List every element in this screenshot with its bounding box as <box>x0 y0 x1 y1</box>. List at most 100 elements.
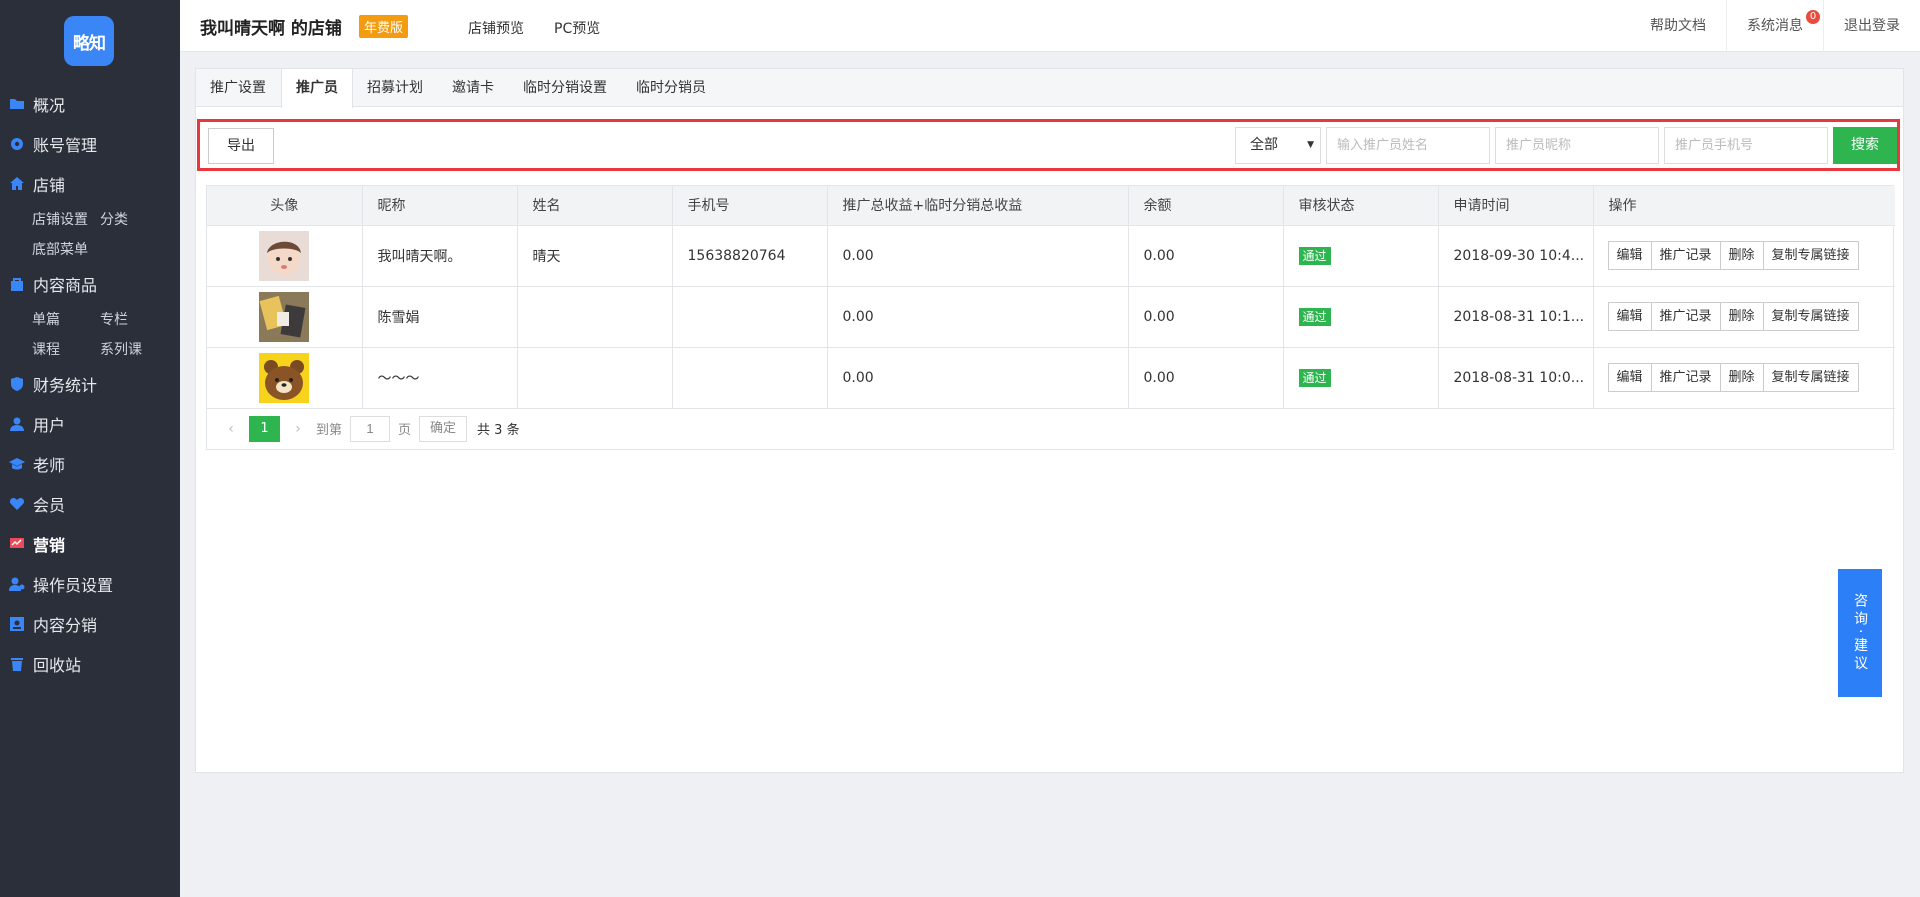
filter-bar: 导出 全部 ▼ 搜索 <box>197 119 1900 171</box>
sidebar-sub-series[interactable]: 系列课 <box>100 339 168 359</box>
copy-link-button[interactable]: 复制专属链接 <box>1762 302 1859 331</box>
col-actions: 操作 <box>1593 186 1895 226</box>
sidebar-item-label: 财务统计 <box>33 376 98 395</box>
search-button[interactable]: 搜索 <box>1833 127 1897 164</box>
sidebar-item-account[interactable]: 账号管理 <box>0 124 180 164</box>
income-cell: 0.00 <box>827 286 1129 348</box>
pc-preview-link[interactable]: PC预览 <box>554 18 600 38</box>
help-docs-link[interactable]: 帮助文档 <box>1630 0 1726 52</box>
table-row: ～～～ 0.00 0.00 通过 2018-08-31 10:0... 编辑 推… <box>207 347 1895 409</box>
promotion-record-button[interactable]: 推广记录 <box>1650 241 1721 270</box>
balance-cell: 0.00 <box>1128 225 1284 287</box>
sidebar-item-teacher[interactable]: 老师 <box>0 444 180 484</box>
sidebar-subrow: 店铺设置 分类 <box>0 204 180 234</box>
sidebar-item-users[interactable]: 用户 <box>0 404 180 444</box>
balance-cell: 0.00 <box>1128 286 1284 348</box>
col-name: 姓名 <box>517 186 673 226</box>
tab-promoters[interactable]: 推广员 <box>281 69 353 108</box>
col-status: 审核状态 <box>1283 186 1439 226</box>
edit-button[interactable]: 编辑 <box>1607 241 1652 270</box>
table-row: 陈雪娟 0.00 0.00 通过 2018-08-31 10:1... 编辑 推… <box>207 286 1895 348</box>
heart-icon <box>9 496 25 512</box>
promoter-name-input[interactable] <box>1326 127 1490 164</box>
sidebar-item-overview[interactable]: 概况 <box>0 84 180 124</box>
sidebar-item-distribution[interactable]: 内容分销 <box>0 604 180 644</box>
promotion-record-button[interactable]: 推广记录 <box>1650 363 1721 392</box>
sidebar-item-trash[interactable]: 回收站 <box>0 644 180 684</box>
sidebar-item-content[interactable]: 内容商品 <box>0 264 180 304</box>
actions-cell: 编辑 推广记录 删除 复制专属链接 <box>1593 347 1895 409</box>
folder-icon <box>9 96 25 112</box>
sidebar-item-member[interactable]: 会员 <box>0 484 180 524</box>
sidebar-item-label: 营销 <box>33 536 66 555</box>
status-select[interactable]: 全部 ▼ <box>1235 127 1321 164</box>
row-actions: 编辑 推广记录 删除 复制专属链接 <box>1607 241 1859 270</box>
actions-cell: 编辑 推广记录 删除 复制专属链接 <box>1593 286 1895 348</box>
sidebar-item-marketing[interactable]: 营销 <box>0 524 180 564</box>
sidebar-item-label: 账号管理 <box>33 136 98 155</box>
name-cell: 晴天 <box>517 225 673 287</box>
phone-cell: 15638820764 <box>672 225 828 287</box>
avatar <box>259 230 310 281</box>
sidebar-item-label: 操作员设置 <box>33 576 114 595</box>
prev-page-icon[interactable]: ‹ <box>221 421 241 437</box>
status-badge: 通过 <box>1298 369 1331 387</box>
next-page-icon[interactable]: › <box>288 421 308 437</box>
sidebar-item-store[interactable]: 店铺 <box>0 164 180 204</box>
current-page-button[interactable]: 1 <box>249 415 280 442</box>
goto-confirm-button[interactable]: 确定 <box>419 415 468 442</box>
logout-link[interactable]: 退出登录 <box>1823 0 1920 52</box>
app-logo[interactable]: 略知 <box>64 16 114 66</box>
sidebar-sub-bottom-menu[interactable]: 底部菜单 <box>32 239 100 259</box>
delete-button[interactable]: 删除 <box>1719 363 1764 392</box>
goto-page-input[interactable] <box>350 415 391 442</box>
sidebar-item-label: 回收站 <box>33 656 82 675</box>
sidebar-item-finance[interactable]: 财务统计 <box>0 364 180 404</box>
avatar-cell <box>207 225 363 287</box>
sidebar-item-label: 老师 <box>33 456 66 475</box>
promotion-record-button[interactable]: 推广记录 <box>1650 302 1721 331</box>
sidebar-item-label: 用户 <box>33 416 66 435</box>
sidebar: 略知 概况 账号管理 店铺 店铺设置 分类 底部菜单 内容商品 单篇 专栏 课程… <box>0 0 180 897</box>
table-row: 我叫晴天啊。 晴天 15638820764 0.00 0.00 通过 2018-… <box>207 225 1895 287</box>
shield-icon <box>9 376 25 392</box>
system-messages-link[interactable]: 系统消息 0 <box>1726 0 1823 52</box>
pagination: ‹ 1 › 到第 页 确定 共 3 条 <box>207 409 1893 449</box>
copy-link-button[interactable]: 复制专属链接 <box>1762 363 1859 392</box>
gear-icon <box>9 136 25 152</box>
total-count: 共 3 条 <box>477 423 520 438</box>
trash-icon <box>9 656 25 672</box>
sidebar-sub-single[interactable]: 单篇 <box>32 309 100 329</box>
nickname-cell: 我叫晴天啊。 <box>362 225 518 287</box>
consult-suggest-button[interactable]: 咨询·建议 <box>1838 569 1882 697</box>
store-preview-link[interactable]: 店铺预览 <box>468 18 524 38</box>
status-select-value: 全部 <box>1250 137 1278 153</box>
sidebar-sub-course[interactable]: 课程 <box>32 339 100 359</box>
nickname-cell: ～～～ <box>362 347 518 409</box>
tab-temp-distributors[interactable]: 临时分销员 <box>622 69 721 106</box>
tab-temp-distribution-settings[interactable]: 临时分销设置 <box>509 69 622 106</box>
table-header-row: 头像 昵称 姓名 手机号 推广总收益+临时分销总收益 余额 审核状态 申请时间 … <box>207 186 1895 226</box>
promoter-nickname-input[interactable] <box>1495 127 1659 164</box>
export-button[interactable]: 导出 <box>208 128 274 164</box>
edit-button[interactable]: 编辑 <box>1607 302 1652 331</box>
tab-promotion-settings[interactable]: 推广设置 <box>196 69 281 106</box>
phone-cell <box>672 286 828 348</box>
sidebar-sub-category[interactable]: 分类 <box>100 209 168 229</box>
topbar: 我叫晴天啊 的店铺 年费版 店铺预览 PC预览 帮助文档 系统消息 0 退出登录 <box>180 0 1920 52</box>
user-icon <box>9 416 25 432</box>
delete-button[interactable]: 删除 <box>1719 241 1764 270</box>
delete-button[interactable]: 删除 <box>1719 302 1764 331</box>
status-cell: 通过 <box>1283 286 1439 348</box>
tab-invite-card[interactable]: 邀请卡 <box>438 69 509 106</box>
status-badge: 通过 <box>1298 247 1331 265</box>
tab-recruit-plan[interactable]: 招募计划 <box>353 69 438 106</box>
sidebar-item-operator[interactable]: 操作员设置 <box>0 564 180 604</box>
phone-cell <box>672 347 828 409</box>
edit-button[interactable]: 编辑 <box>1607 363 1652 392</box>
sidebar-sub-store-settings[interactable]: 店铺设置 <box>32 209 100 229</box>
promoter-phone-input[interactable] <box>1664 127 1828 164</box>
bag-icon <box>9 276 25 292</box>
sidebar-sub-column[interactable]: 专栏 <box>100 309 168 329</box>
copy-link-button[interactable]: 复制专属链接 <box>1762 241 1859 270</box>
